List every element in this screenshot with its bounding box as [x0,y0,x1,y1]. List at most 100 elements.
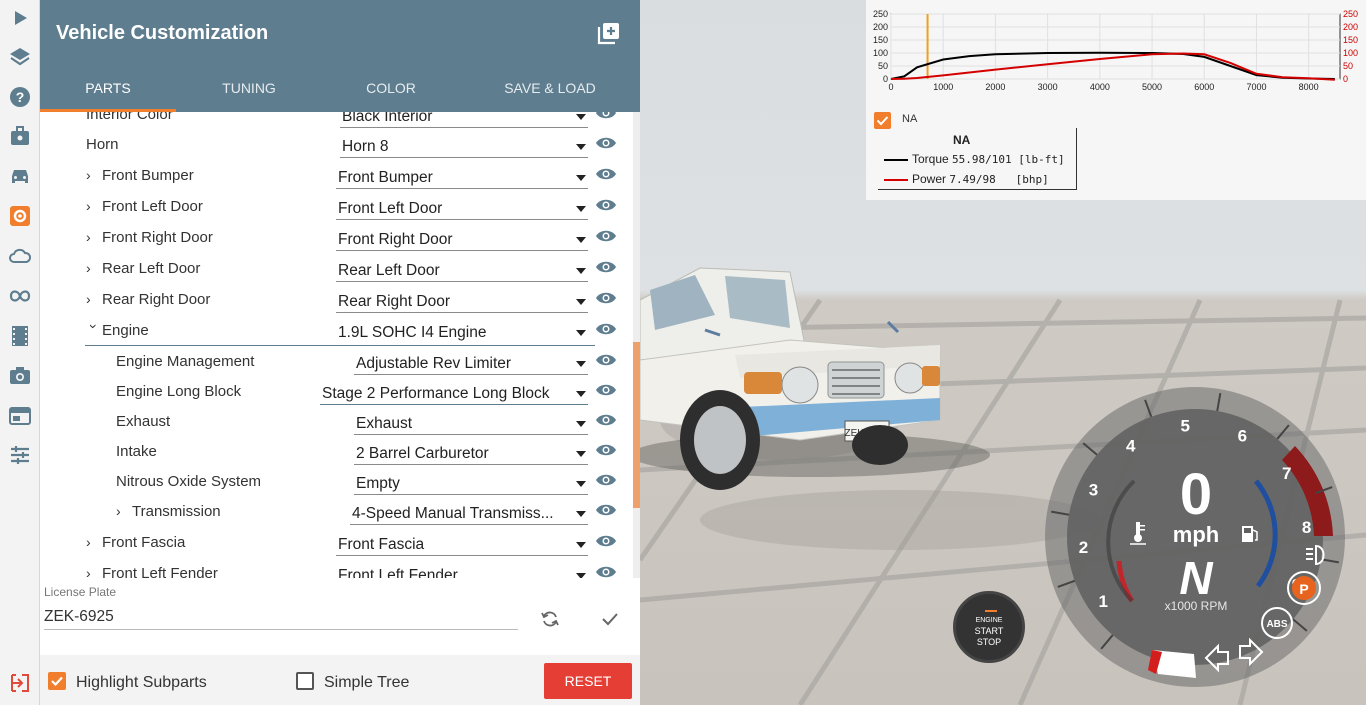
tab-parts[interactable]: PARTS [33,80,183,96]
eye-icon[interactable] [595,196,617,214]
missions-icon[interactable] [4,120,36,152]
exit-icon[interactable] [4,667,36,699]
layers-icon[interactable] [4,41,36,73]
options-icon[interactable] [4,439,36,471]
chevron-right-icon[interactable]: › [86,534,98,550]
vehicles-icon[interactable] [4,160,36,192]
dropdown-caret-icon [576,268,586,274]
eye-icon[interactable] [595,289,617,307]
eye-icon[interactable] [595,471,617,489]
eye-icon[interactable] [595,134,617,152]
dropdown-caret-icon [576,175,586,181]
chevron-right-icon[interactable]: › [86,229,98,245]
na-series-checkbox[interactable] [874,112,891,129]
eye-icon[interactable] [595,351,617,369]
part-select-front-bumper[interactable]: Front Bumper [336,163,588,189]
legend-torque-label: Torque [912,152,949,166]
part-select-front-right-door[interactable]: Front Right Door [336,225,588,251]
chevron-right-icon[interactable]: › [86,167,98,183]
popout-window-icon[interactable] [596,20,622,46]
eye-icon[interactable] [595,501,617,519]
eye-icon[interactable] [595,258,617,276]
eye-icon[interactable] [595,563,617,578]
simple-tree-checkbox[interactable] [296,672,314,690]
tab-color[interactable]: COLOR [316,80,466,96]
eye-icon[interactable] [595,381,617,399]
part-row-engine-management[interactable]: Engine Management Adjustable Rev Limiter [40,347,635,377]
chevron-down-icon[interactable]: › [86,324,102,336]
eye-icon[interactable] [595,165,617,183]
eye-icon[interactable] [595,320,617,338]
checkmark-icon [876,116,889,126]
speed-readout: 0 [1180,462,1212,527]
part-select-engine-long-block[interactable]: Stage 2 Performance Long Block [320,379,588,405]
part-select-transmission[interactable]: 4-Speed Manual Transmiss... [350,499,588,525]
parts-list[interactable]: Interior Color Black Interior Horn Horn … [40,100,640,578]
reset-button[interactable]: RESET [544,663,632,699]
environment-icon[interactable] [4,240,36,272]
part-row-engine-long-block[interactable]: Engine Long Block Stage 2 Performance Lo… [40,377,635,407]
vehicle-config-icon[interactable] [4,200,36,232]
part-select-engine[interactable]: 1.9L SOHC I4 Engine [336,318,588,344]
part-select-front-left-door[interactable]: Front Left Door [336,194,588,220]
highlight-subparts-checkbox[interactable] [48,672,66,690]
play-icon[interactable] [4,2,36,34]
tab-tuning[interactable]: TUNING [174,80,324,96]
gauge-cluster: 123456789 0 mph N x1000 RPM P ABS [1045,387,1345,687]
part-row-exhaust[interactable]: Exhaust Exhaust [40,407,635,437]
part-row-rear-left-door[interactable]: › Rear Left Door Rear Left Door [40,254,635,284]
part-row-horn[interactable]: Horn Horn 8 [40,130,635,160]
parking-brake-label: P [1299,581,1308,597]
part-row-rear-right-door[interactable]: › Rear Right Door Rear Right Door [40,285,635,315]
eye-icon[interactable] [595,411,617,429]
trackbuilder-icon[interactable] [4,280,36,312]
part-select-front-fascia[interactable]: Front Fascia [336,530,588,556]
part-select-exhaust[interactable]: Exhaust [354,409,588,435]
part-select-nitrous[interactable]: Empty [354,469,588,495]
part-select-engine-management[interactable]: Adjustable Rev Limiter [354,349,588,375]
svg-text:?: ? [16,89,25,105]
part-row-front-left-door[interactable]: › Front Left Door Front Left Door [40,192,635,222]
part-label: Engine Long Block [116,383,242,400]
refresh-icon[interactable] [540,609,560,629]
eye-icon[interactable] [595,227,617,245]
eye-icon[interactable] [595,532,617,550]
chevron-right-icon[interactable]: › [86,260,98,276]
part-select-rear-left-door[interactable]: Rear Left Door [336,256,588,282]
camera-icon[interactable] [4,359,36,391]
right-axis-tick-label: 100 [1343,48,1358,58]
part-row-front-right-door[interactable]: › Front Right Door Front Right Door [40,223,635,253]
part-label: Nitrous Oxide System [116,473,262,490]
checkmark-icon[interactable] [600,609,620,629]
chevron-right-icon[interactable]: › [86,291,98,307]
side-toolbar: ? [0,0,40,705]
part-select-rear-right-door[interactable]: Rear Right Door [336,287,588,313]
part-row-front-left-fender[interactable]: › Front Left Fender Front Left Fender [40,559,635,578]
apps-icon[interactable] [4,400,36,432]
legend-power-value: 7.49/98 [bhp] [949,173,1049,186]
part-row-nitrous[interactable]: Nitrous Oxide System Empty [40,467,635,497]
part-select-intake[interactable]: 2 Barrel Carburetor [354,439,588,465]
x-axis-tick-label: 4000 [1090,82,1110,92]
part-row-front-fascia[interactable]: › Front Fascia Front Fascia [40,528,635,558]
part-row-front-bumper[interactable]: › Front Bumper Front Bumper [40,161,635,191]
right-axis-tick-label: 150 [1343,35,1358,45]
eye-icon[interactable] [595,441,617,459]
help-icon[interactable]: ? [4,81,36,113]
replay-icon[interactable] [4,320,36,352]
tab-save-load[interactable]: SAVE & LOAD [475,80,625,96]
chevron-right-icon[interactable]: › [86,198,98,214]
rpm-tick-label: 7 [1282,464,1291,483]
legend-torque-swatch [884,158,908,161]
part-select-horn[interactable]: Horn 8 [340,132,588,158]
license-plate-input[interactable]: ZEK-6925 [44,604,518,630]
engine-start-stop-button[interactable]: ENGINE START STOP [953,591,1025,663]
parts-scrollbar-thumb[interactable] [633,342,640,508]
dropdown-caret-icon [576,481,586,487]
part-row-transmission[interactable]: › Transmission 4-Speed Manual Transmiss.… [40,497,635,527]
part-select-front-left-fender[interactable]: Front Left Fender [336,561,588,578]
chevron-right-icon[interactable]: › [86,565,98,578]
part-row-engine[interactable]: › Engine 1.9L SOHC I4 Engine [40,316,635,346]
chevron-right-icon[interactable]: › [116,503,128,519]
part-row-intake[interactable]: Intake 2 Barrel Carburetor [40,437,635,467]
